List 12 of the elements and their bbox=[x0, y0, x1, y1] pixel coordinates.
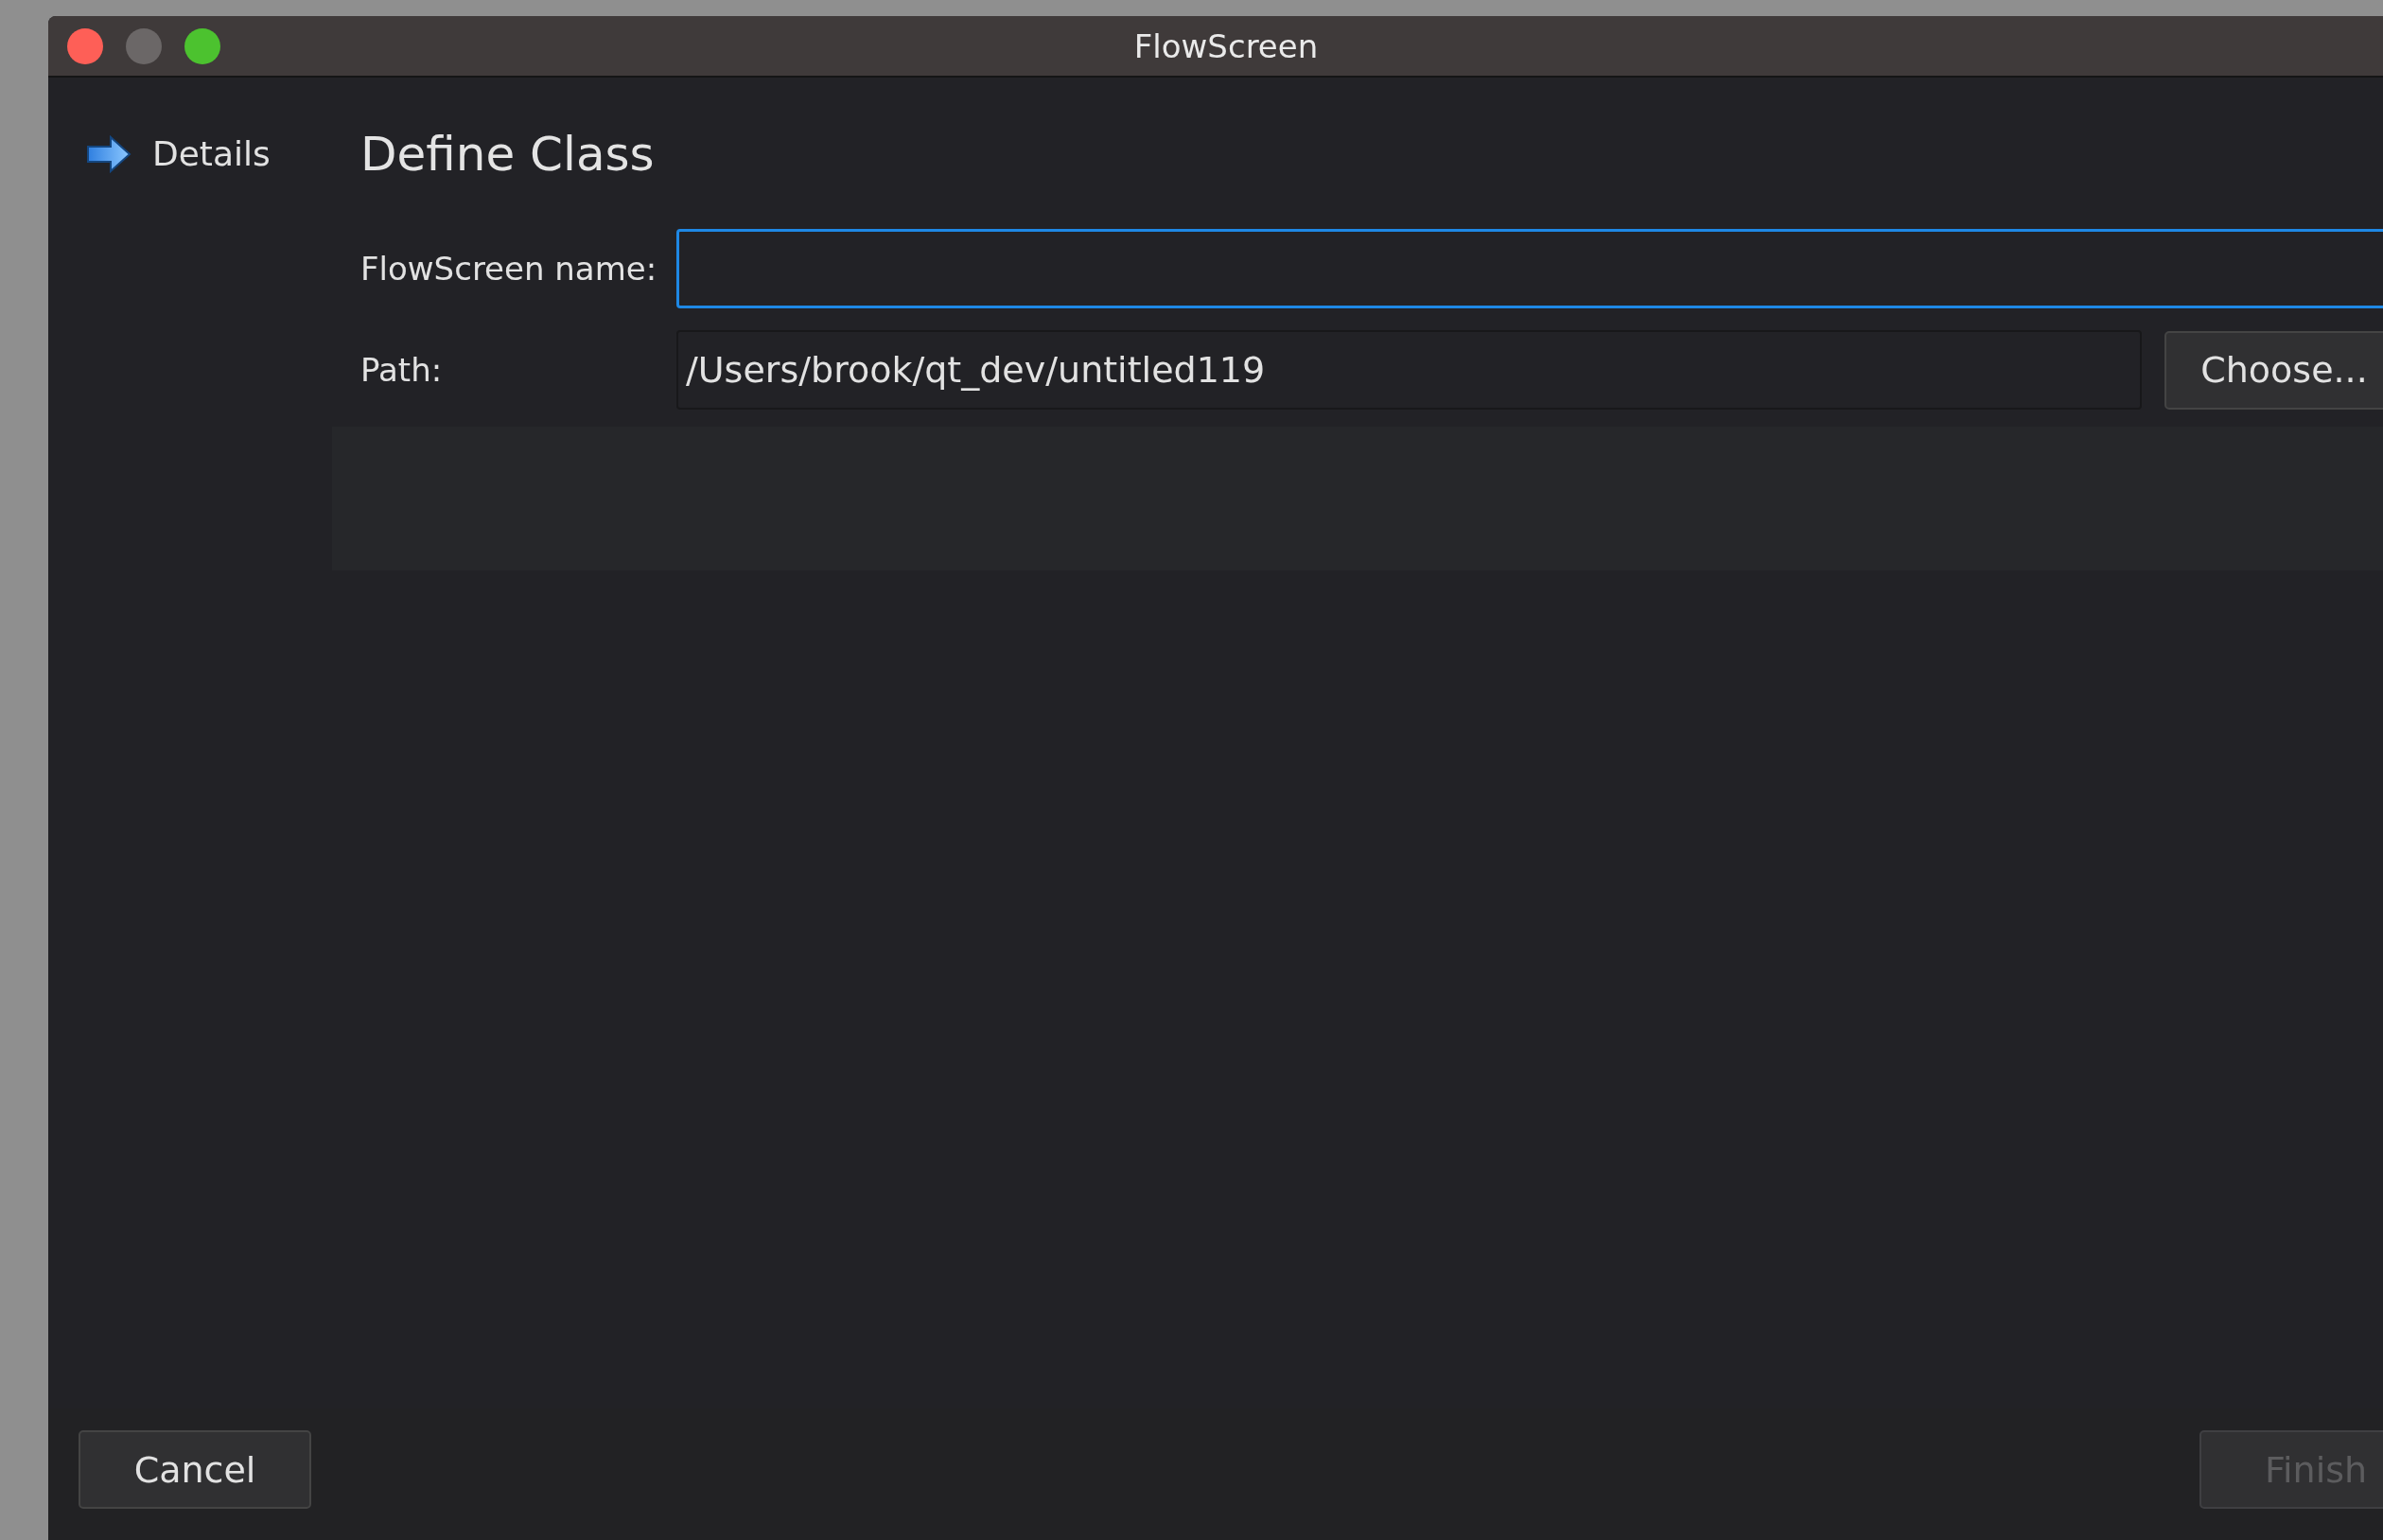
window-title: FlowScreen bbox=[1133, 26, 1319, 65]
window-button[interactable] bbox=[184, 27, 220, 64]
path-field[interactable]: /Users/brook/qt_dev/untitled119 bbox=[676, 330, 2142, 410]
field-label: FlowScreen name: bbox=[360, 250, 654, 288]
field-label: Path: bbox=[360, 351, 444, 389]
choose-button[interactable]: Choose... bbox=[2164, 330, 2383, 410]
page-title: Define Class bbox=[360, 127, 656, 182]
window-button[interactable] bbox=[67, 27, 103, 64]
arrow-right-icon bbox=[86, 134, 131, 173]
sidebar-item: Details bbox=[152, 134, 271, 173]
cancel-button[interactable]: Cancel bbox=[79, 1430, 311, 1509]
name-field[interactable] bbox=[676, 229, 2383, 308]
